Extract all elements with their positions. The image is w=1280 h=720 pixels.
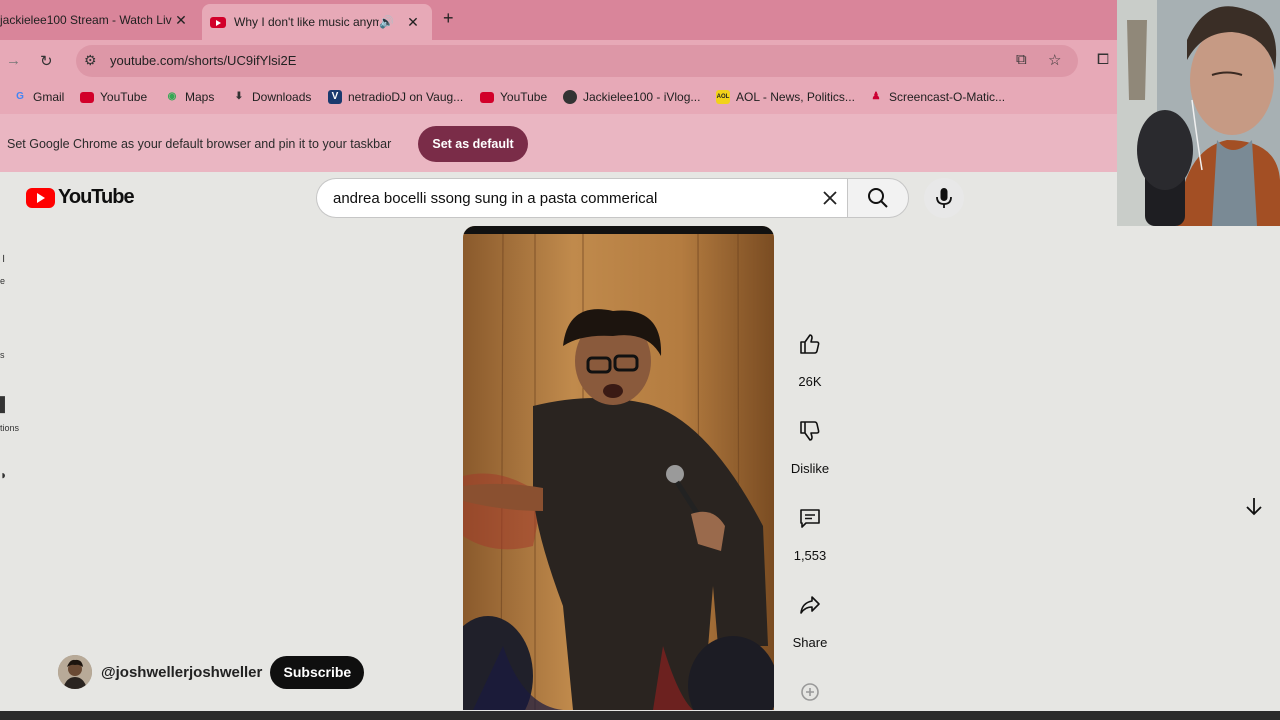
youtube-icon: [480, 91, 494, 103]
share-button[interactable]: [788, 583, 832, 627]
infobar-message: Set Google Chrome as your default browse…: [7, 137, 392, 151]
microphone-icon: [936, 188, 952, 208]
sidebar-stub-label[interactable]: tions: [0, 423, 19, 433]
tab-title: jackielee100 Stream - Watch Liv: [0, 13, 172, 27]
maps-pin-icon: ◉: [167, 91, 177, 102]
bookmark-netradiodj[interactable]: VnetradioDJ on Vaug...: [328, 90, 463, 104]
search-button[interactable]: [847, 178, 909, 218]
reload-icon[interactable]: ↻: [40, 52, 53, 70]
bookmark-screencast[interactable]: ♟ Screencast-O-Matic...: [869, 90, 1006, 104]
remix-button[interactable]: [788, 670, 832, 714]
extensions-icon[interactable]: ⧠: [1097, 51, 1109, 68]
clear-search-icon[interactable]: [819, 185, 841, 217]
site-info-icon[interactable]: ⚙: [84, 52, 97, 69]
tab-current-video[interactable]: Why I don't like music anym 🔊 ✕: [202, 4, 432, 40]
next-video-button[interactable]: [1238, 490, 1270, 522]
youtube-favicon-icon: [210, 16, 226, 28]
bookmark-maps[interactable]: ◉ Maps: [165, 90, 215, 104]
share-action: Share: [788, 583, 832, 650]
bookmark-label: Screencast-O-Matic...: [889, 90, 1006, 104]
like-button[interactable]: [788, 322, 832, 366]
bookmark-label: Downloads: [252, 90, 312, 104]
sidebar-stub-icon[interactable]: ◗: [0, 468, 7, 482]
bookmark-label: netradioDJ on Vaug...: [348, 90, 464, 104]
close-icon[interactable]: ✕: [172, 12, 190, 29]
bookmark-star-icon[interactable]: ☆: [1048, 51, 1061, 69]
comments-action: 1,553: [788, 496, 832, 563]
dislike-action: Dislike: [788, 409, 832, 476]
sidebar-stub-icon[interactable]: ▌: [0, 396, 10, 412]
search-query: andrea bocelli ssong sung in a pasta com…: [333, 190, 658, 207]
remix-icon: [801, 683, 819, 701]
share-icon: [800, 596, 820, 614]
sidebar-stub-label[interactable]: s: [0, 350, 5, 360]
dislike-label: Dislike: [790, 461, 830, 476]
bookmark-youtube[interactable]: YouTube: [80, 90, 147, 104]
like-action: 26K: [788, 322, 832, 389]
install-app-icon[interactable]: ⧉: [1016, 51, 1027, 68]
screencast-icon: ♟: [871, 91, 881, 102]
set-as-default-button[interactable]: Set as default: [418, 126, 528, 162]
sidebar-stub-label[interactable]: e: [0, 276, 5, 286]
arrow-down-icon: [1246, 498, 1262, 516]
browser-toolbar: → ↻ ⚙ youtube.com/shorts/UC9ifYlsi2E ⧉ ☆…: [0, 40, 1280, 82]
address-bar[interactable]: ⚙ youtube.com/shorts/UC9ifYlsi2E ⧉ ☆: [76, 45, 1078, 77]
channel-info: @joshwellerjoshweller Subscribe: [58, 655, 365, 689]
dislike-button[interactable]: [788, 409, 832, 453]
bookmark-label: Jackielee100 - iVlog...: [583, 90, 701, 104]
bookmark-label: Maps: [185, 90, 215, 104]
youtube-icon: [80, 91, 94, 103]
bookmark-jackielee[interactable]: Jackielee100 - iVlog...: [563, 90, 700, 104]
tab-jackielee-stream[interactable]: jackielee100 Stream - Watch Liv ✕: [0, 4, 200, 36]
bookmark-label: Gmail: [33, 90, 65, 104]
channel-handle[interactable]: @joshwellerjoshweller: [101, 664, 262, 681]
vlog-icon: [563, 90, 577, 104]
forward-icon[interactable]: →: [6, 52, 21, 69]
bookmark-youtube-2[interactable]: YouTube: [480, 90, 547, 104]
bookmark-gmail[interactable]: G Gmail: [13, 90, 64, 104]
tab-strip: jackielee100 Stream - Watch Liv ✕ Why I …: [0, 0, 1280, 40]
default-browser-infobar: Set Google Chrome as your default browse…: [0, 114, 1280, 172]
webcam-overlay: [1117, 0, 1280, 226]
aol-icon: AOL: [716, 90, 730, 104]
share-label: Share: [792, 635, 828, 650]
youtube-play-icon: [26, 187, 55, 208]
remix-action: [788, 670, 832, 714]
thumbs-up-icon: [800, 334, 820, 354]
bookmark-label: YouTube: [100, 90, 148, 104]
comment-icon: [800, 509, 820, 528]
bookmark-label: YouTube: [500, 90, 548, 104]
taskbar-strip: [0, 711, 1280, 720]
url-text: youtube.com/shorts/UC9ifYlsi2E: [110, 53, 297, 68]
thumbs-down-icon: [800, 421, 820, 441]
short-video-player[interactable]: [463, 226, 774, 710]
download-icon: ⬇: [234, 91, 244, 102]
speaker-icon[interactable]: 🔊: [379, 15, 394, 29]
tab-title: Why I don't like music anym: [234, 15, 380, 29]
subscribe-button[interactable]: Subscribe: [270, 655, 365, 689]
new-tab-button[interactable]: +: [443, 8, 454, 29]
netradio-icon: V: [328, 90, 342, 104]
sidebar-stub-icon[interactable]: ╷: [0, 248, 7, 262]
bookmark-label: AOL - News, Politics...: [736, 90, 855, 104]
avatar[interactable]: [58, 655, 92, 689]
like-count: 26K: [798, 374, 822, 389]
logo-wordmark: YouTube: [58, 186, 135, 208]
comments-button[interactable]: [788, 496, 832, 540]
youtube-logo[interactable]: YouTube: [26, 186, 135, 209]
bookmark-downloads[interactable]: ⬇ Downloads: [232, 90, 312, 104]
google-icon: G: [16, 91, 24, 102]
search-input[interactable]: andrea bocelli ssong sung in a pasta com…: [316, 178, 847, 218]
close-icon[interactable]: ✕: [404, 14, 422, 31]
video-frame: [463, 226, 774, 710]
comment-count: 1,553: [793, 548, 827, 563]
voice-search-button[interactable]: [924, 178, 964, 218]
search-icon: [868, 188, 888, 208]
bookmark-aol[interactable]: AOL AOL - News, Politics...: [716, 90, 855, 104]
bookmarks-bar: G Gmail YouTube ◉ Maps ⬇ Downloads Vnetradi…: [0, 82, 1280, 114]
